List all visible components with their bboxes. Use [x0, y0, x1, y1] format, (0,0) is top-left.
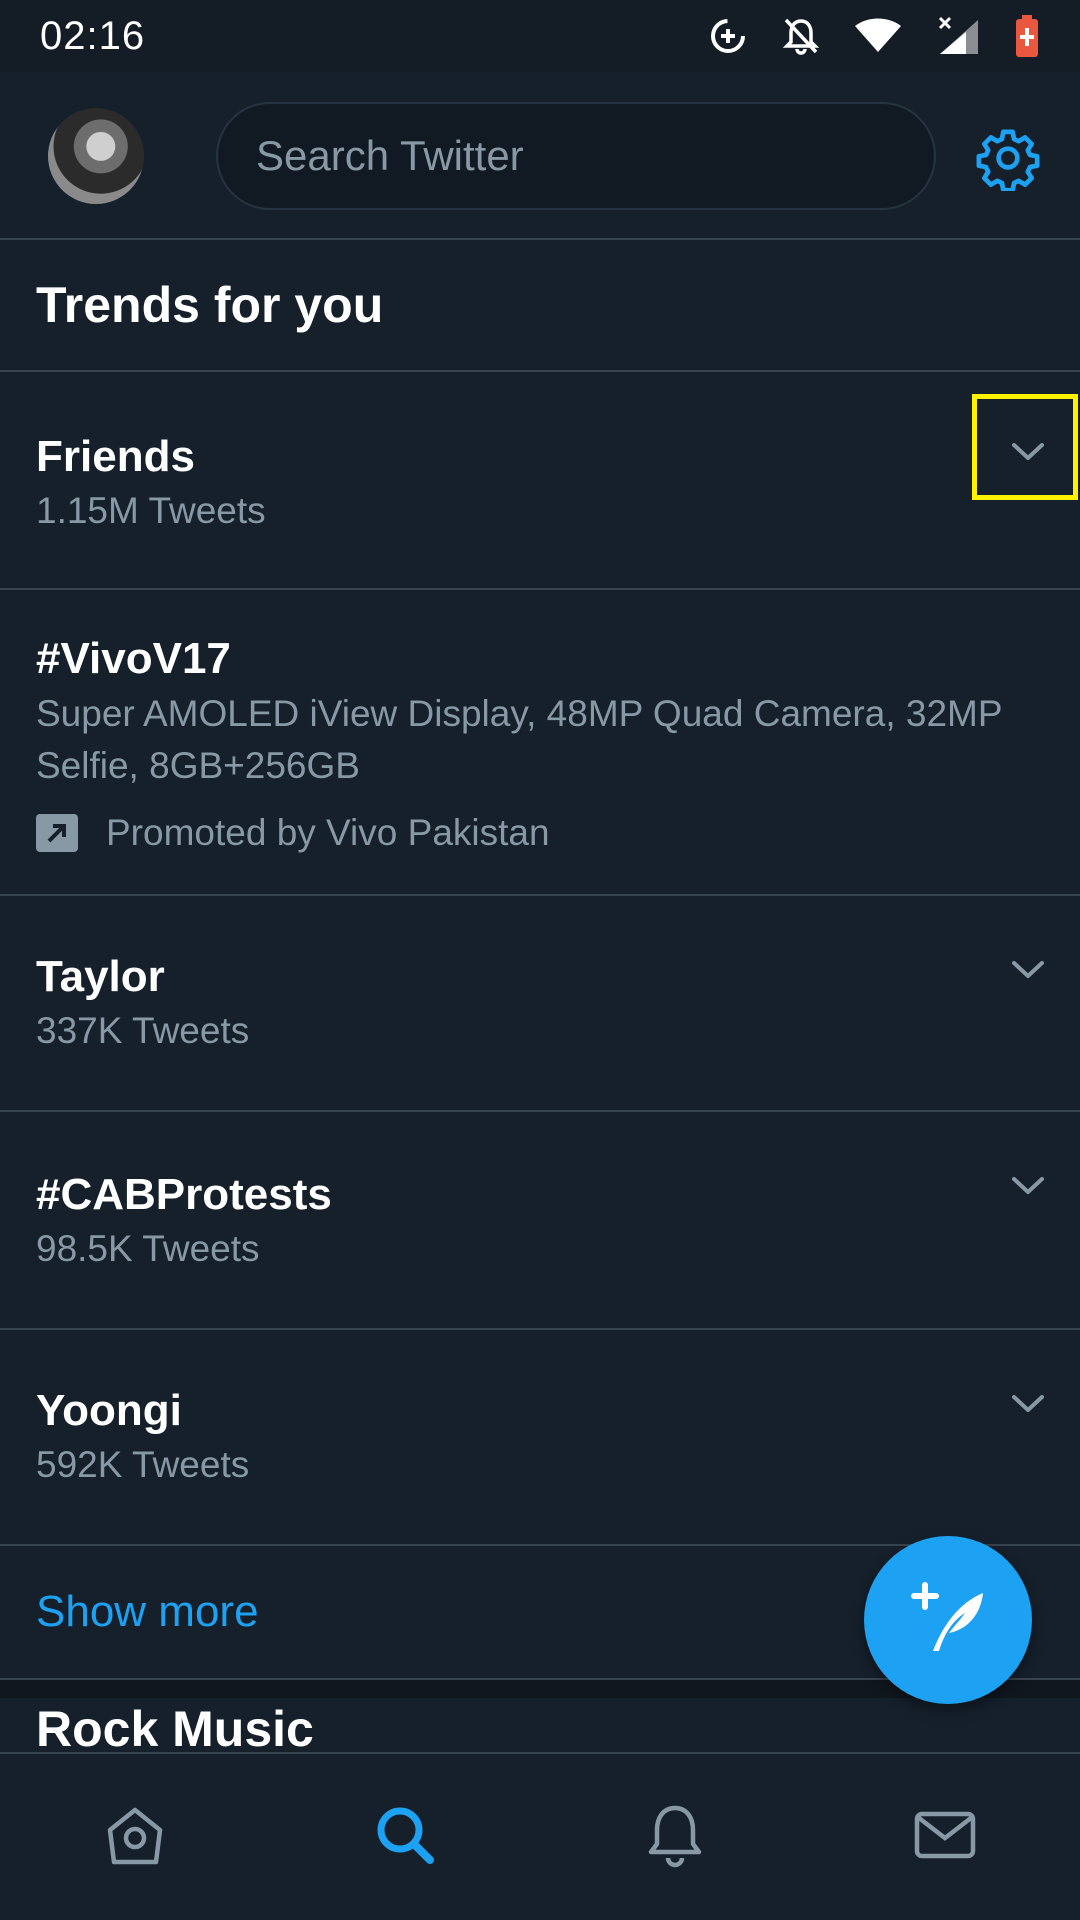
trend-item-taylor[interactable]: Taylor 337K Tweets — [0, 896, 1080, 1112]
notifications-off-icon — [782, 16, 820, 56]
highlight-box — [972, 394, 1078, 500]
status-icons — [708, 14, 1040, 58]
section-title: Trends for you — [0, 240, 1080, 372]
nav-home[interactable] — [0, 1754, 270, 1920]
bottom-nav — [0, 1752, 1080, 1920]
trend-title: #CABProtests — [36, 1170, 332, 1219]
avatar[interactable] — [48, 108, 144, 204]
status-bar: 02:16 — [0, 0, 1080, 72]
chevron-down-icon — [1011, 1393, 1045, 1420]
trend-title: Yoongi — [36, 1386, 182, 1435]
trend-title: Friends — [36, 432, 195, 481]
trend-description: Super AMOLED iView Display, 48MP Quad Ca… — [36, 693, 1002, 786]
compose-feather-icon — [903, 1573, 993, 1668]
gear-icon — [975, 125, 1041, 196]
trend-tweet-count: 337K Tweets — [36, 1010, 250, 1051]
status-time: 02:16 — [40, 13, 146, 58]
search-box[interactable] — [216, 102, 936, 210]
data-saver-icon — [708, 16, 748, 56]
trend-tweet-count: 1.15M Tweets — [36, 490, 266, 531]
trend-options-button[interactable] — [1000, 1168, 1056, 1208]
trend-item-yoongi[interactable]: Yoongi 592K Tweets — [0, 1330, 1080, 1546]
search-icon — [372, 1802, 438, 1873]
chevron-down-icon — [1011, 959, 1045, 986]
cell-signal-icon — [936, 16, 980, 56]
nav-notifications[interactable] — [540, 1754, 810, 1920]
search-input[interactable] — [254, 131, 934, 181]
trend-tweet-count: 592K Tweets — [36, 1444, 250, 1485]
trend-tweet-count: 98.5K Tweets — [36, 1228, 260, 1269]
nav-search[interactable] — [270, 1754, 540, 1920]
next-section-title: Rock Music — [36, 1701, 314, 1752]
trend-item-cabprotests[interactable]: #CABProtests 98.5K Tweets — [0, 1112, 1080, 1330]
chevron-down-icon — [1011, 1175, 1045, 1202]
notifications-icon — [642, 1802, 708, 1873]
trend-title: #VivoV17 — [36, 634, 231, 683]
settings-button[interactable] — [972, 124, 1044, 196]
wifi-icon — [854, 18, 902, 54]
promoted-label: Promoted by Vivo Pakistan — [106, 812, 550, 853]
trend-item-friends[interactable]: Friends 1.15M Tweets — [0, 372, 1080, 590]
trend-options-button[interactable] — [1000, 952, 1056, 992]
compose-tweet-button[interactable] — [864, 1536, 1032, 1704]
nav-messages[interactable] — [810, 1754, 1080, 1920]
top-header — [0, 72, 1080, 240]
battery-icon — [1014, 14, 1040, 58]
home-icon — [102, 1802, 168, 1873]
promoted-row: Promoted by Vivo Pakistan — [36, 812, 550, 854]
messages-icon — [912, 1802, 978, 1873]
promoted-arrow-icon — [36, 814, 78, 852]
trend-title: Taylor — [36, 952, 165, 1001]
trend-options-button[interactable] — [1000, 1386, 1056, 1426]
